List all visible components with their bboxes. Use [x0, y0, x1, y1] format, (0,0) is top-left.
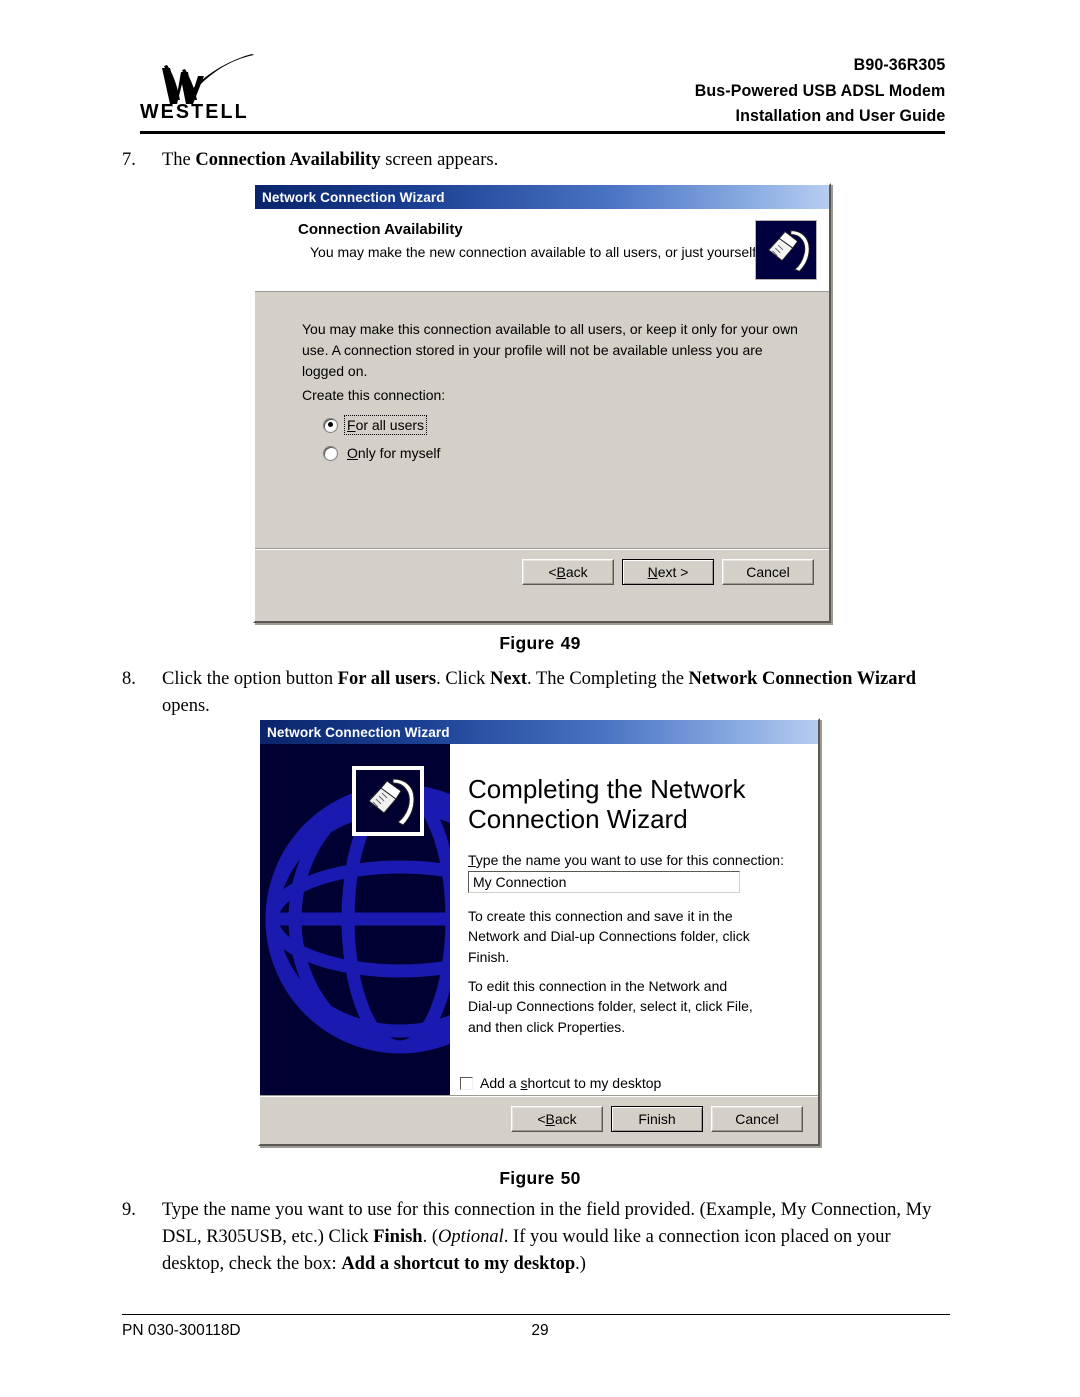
- dialog2-heading-line2: Connection Wizard: [468, 804, 688, 835]
- dialog-completing-wizard[interactable]: Network Connection Wizard Completing the…: [258, 718, 820, 1146]
- step-8-bold3: Network Connection Wizard: [688, 669, 917, 689]
- step-9-bold1: Finish: [373, 1227, 423, 1248]
- westell-swoosh-logo-icon: [162, 54, 254, 104]
- radio-for-all-users-mark[interactable]: [323, 417, 338, 433]
- dialog1-button-separator: [255, 548, 829, 549]
- wizard-banner-panel: [260, 744, 450, 1099]
- step-8-text: Click the option button For all users. C…: [162, 666, 962, 720]
- step-8-seg4: opens.: [162, 696, 210, 717]
- step-9-number: 9.: [122, 1200, 136, 1220]
- dialog2-paragraph-2: To edit this connection in the Network a…: [468, 978, 753, 1035]
- header-guide-type: Installation and User Guide: [735, 107, 945, 126]
- header-divider: [140, 131, 945, 134]
- dialog1-titlebar[interactable]: Network Connection Wizard: [255, 185, 829, 209]
- dialog1-header-panel: Connection Availability You may make the…: [255, 209, 829, 292]
- dialog1-field-label: Create this connection:: [302, 387, 446, 403]
- add-shortcut-checkbox-label[interactable]: Add a shortcut to my desktop: [480, 1075, 661, 1091]
- header-product: Bus-Powered USB ADSL Modem: [694, 81, 945, 100]
- dialog1-body: You may make this connection available t…: [255, 292, 829, 597]
- dialog2-finish-button[interactable]: Finish: [611, 1106, 703, 1132]
- figure-49-number: 49: [560, 633, 581, 653]
- dialog2-heading: Completing the Network Connection Wizard: [468, 774, 745, 834]
- document-page: WESTELL B90-36R305 Bus-Powered USB ADSL …: [0, 0, 1080, 1397]
- radio-only-for-myself-label[interactable]: Only for myself: [345, 444, 442, 462]
- step-9: 9. Type the name you want to use for thi…: [122, 1197, 952, 1279]
- header-title-block: B90-36R305 Bus-Powered USB ADSL Modem In…: [694, 53, 945, 134]
- dialog2-right-panel: Completing the Network Connection Wizard…: [450, 744, 818, 1099]
- dialog1-header-subtitle: You may make the new connection availabl…: [310, 244, 761, 260]
- dialog1-button-strip: < Back Next > Cancel: [255, 548, 829, 597]
- dialog1-button-row: < Back Next > Cancel: [522, 559, 814, 585]
- step-9-seg2: . (: [422, 1227, 438, 1248]
- page-header: WESTELL B90-36R305 Bus-Powered USB ADSL …: [140, 48, 945, 134]
- westell-wordmark: WESTELL: [140, 100, 249, 123]
- dialog2-button-strip: < Back Finish Cancel: [260, 1095, 818, 1144]
- step-8-bold1: For all users: [337, 669, 437, 689]
- dialog1-body-paragraph: You may make this connection available t…: [302, 321, 798, 379]
- step-9-italic1: Optional: [438, 1227, 504, 1248]
- step-7-text: The Connection Availability screen appea…: [162, 147, 822, 174]
- footer-page-number: 29: [531, 1322, 549, 1339]
- header-model: B90-36R305: [853, 56, 945, 75]
- dialog2-content: Completing the Network Connection Wizard…: [260, 744, 818, 1099]
- step-7-bold1: Connection Availability: [195, 150, 381, 170]
- step-8: 8. Click the option button For all users…: [122, 666, 962, 720]
- radio-only-for-myself[interactable]: Only for myself: [323, 444, 442, 462]
- dialog2-button-separator: [260, 1095, 818, 1096]
- connection-name-prompt: Type the name you want to use for this c…: [468, 852, 784, 868]
- dialog2-title-text: Network Connection Wizard: [267, 724, 450, 740]
- step-8-seg1: Click the option button: [162, 669, 338, 689]
- step-7-number: 7.: [122, 150, 136, 170]
- figure-49-label: Figure: [499, 633, 555, 653]
- step-9-text: Type the name you want to use for this c…: [162, 1197, 952, 1279]
- add-shortcut-checkbox[interactable]: [460, 1076, 473, 1090]
- add-shortcut-checkbox-row[interactable]: Add a shortcut to my desktop: [460, 1075, 661, 1091]
- dialog2-paragraph-1: To create this connection and save it in…: [468, 908, 750, 965]
- dialog1-title-text: Network Connection Wizard: [262, 189, 445, 205]
- connection-name-input[interactable]: My Connection: [468, 871, 740, 893]
- dialog-connection-availability[interactable]: Network Connection Wizard Connection Ava…: [253, 183, 831, 623]
- dialog2-button-row: < Back Finish Cancel: [511, 1106, 803, 1132]
- step-7-seg2: screen appears.: [380, 150, 499, 170]
- dialog1-back-button[interactable]: < Back: [522, 559, 614, 585]
- step-9-seg4: .): [575, 1254, 586, 1275]
- step-8-number: 8.: [122, 669, 136, 689]
- step-7-seg1: The: [162, 150, 196, 170]
- figure-50-caption: Figure 50: [0, 1168, 1080, 1189]
- step-8-seg2: . Click: [436, 669, 491, 689]
- dialog1-next-button[interactable]: Next >: [622, 559, 714, 585]
- radio-only-for-myself-mark[interactable]: [323, 445, 338, 461]
- step-9-bold2: Add a shortcut to my desktop: [341, 1254, 576, 1275]
- footer-divider: [122, 1314, 950, 1315]
- dialog1-header-title: Connection Availability: [298, 221, 463, 238]
- figure-49-caption: Figure 49: [0, 633, 1080, 654]
- dialog2-back-button[interactable]: < Back: [511, 1106, 603, 1132]
- dialog2-titlebar[interactable]: Network Connection Wizard: [260, 720, 818, 744]
- radio-for-all-users[interactable]: For all users: [323, 415, 428, 435]
- step-8-bold2: Next: [490, 669, 528, 689]
- step-7: 7. The Connection Availability screen ap…: [122, 147, 822, 174]
- dialog2-cancel-button[interactable]: Cancel: [711, 1106, 803, 1132]
- westell-logo: WESTELL: [140, 50, 320, 134]
- network-plug-icon: [755, 220, 817, 280]
- step-8-seg3: . The Completing the: [527, 669, 689, 689]
- radio-for-all-users-label[interactable]: For all users: [343, 415, 428, 435]
- dialog1-cancel-button[interactable]: Cancel: [722, 559, 814, 585]
- dialog2-heading-line1: Completing the Network: [468, 774, 746, 804]
- network-plug-icon: [352, 766, 424, 836]
- figure-50-label: Figure: [499, 1168, 555, 1188]
- figure-50-number: 50: [560, 1168, 581, 1188]
